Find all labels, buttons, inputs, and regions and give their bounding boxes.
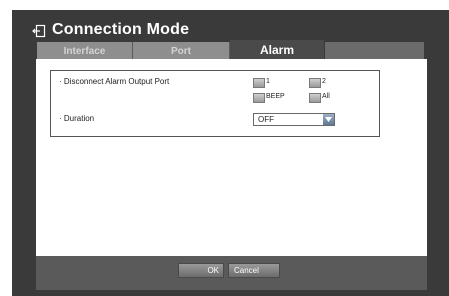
ok-button[interactable]: OK xyxy=(178,263,224,278)
exit-icon[interactable] xyxy=(32,24,46,38)
beep-label: BEEP xyxy=(266,93,285,100)
port-1-label: 1 xyxy=(266,78,270,85)
tab-bar-filler xyxy=(325,42,424,60)
disconnect-alarm-label: · Disconnect Alarm Output Port xyxy=(59,77,170,86)
port-2-checkbox[interactable] xyxy=(309,78,321,88)
duration-value: OFF xyxy=(258,115,274,124)
dialog-footer: OK Cancel xyxy=(36,256,427,290)
tab-interface[interactable]: Interface xyxy=(37,42,133,60)
page-title: Connection Mode xyxy=(52,21,190,38)
title-bar: Connection Mode xyxy=(32,19,189,41)
all-checkbox[interactable] xyxy=(309,93,321,103)
tab-port[interactable]: Port xyxy=(133,42,230,60)
all-label: All xyxy=(322,93,330,100)
port-2-label: 2 xyxy=(322,78,326,85)
duration-label: · Duration xyxy=(59,114,95,123)
beep-checkbox[interactable] xyxy=(253,93,265,103)
tab-alarm[interactable]: Alarm xyxy=(230,40,324,60)
port-1-checkbox[interactable] xyxy=(253,78,265,88)
duration-select[interactable]: OFF xyxy=(253,113,335,126)
cancel-button[interactable]: Cancel xyxy=(228,263,280,278)
alarm-panel: · Disconnect Alarm Output Port 1 2 BEEP … xyxy=(36,59,427,256)
alarm-settings-box: · Disconnect Alarm Output Port 1 2 BEEP … xyxy=(50,70,380,137)
connection-mode-window: Connection Mode Interface Port Alarm · D… xyxy=(12,10,449,296)
chevron-down-icon[interactable] xyxy=(323,114,334,125)
